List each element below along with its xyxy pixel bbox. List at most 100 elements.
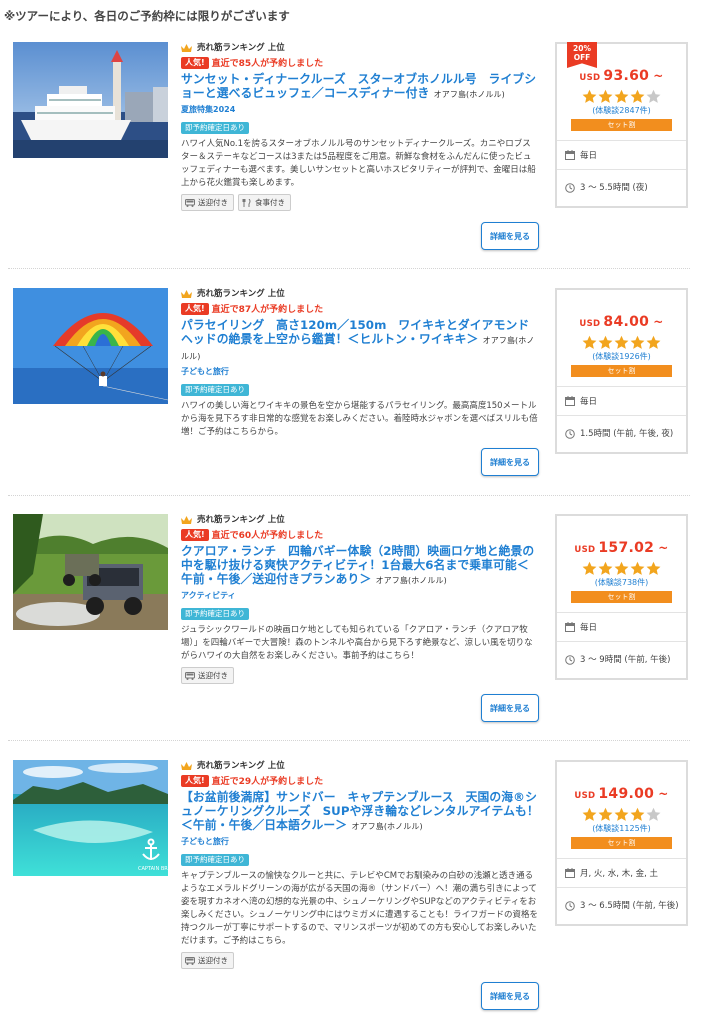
- schedule-text: 毎日: [580, 623, 598, 633]
- card-divider: [8, 495, 690, 496]
- recent-bookings: 直近で87人が予約しました: [211, 305, 324, 315]
- star-icon: [598, 561, 613, 577]
- duration-row: 3 〜 5.5時間 (夜): [557, 169, 686, 206]
- review-count-link[interactable]: (体験談1926件): [557, 351, 686, 362]
- tour-title[interactable]: パラセイリング 高さ120m／150m ワイキキとダイアモンドヘッドの絶景を上空…: [181, 318, 529, 346]
- review-count-link[interactable]: (体験談1125件): [557, 823, 686, 834]
- star-icon: [630, 89, 645, 105]
- set-discount-badge: セット割: [571, 119, 672, 131]
- tour-tags: 送迎付き: [181, 667, 539, 684]
- feature-tag-label: 食事付き: [255, 198, 285, 207]
- hot-badge: 人気!: [181, 56, 209, 69]
- schedule-text: 毎日: [580, 151, 598, 161]
- view-details-button[interactable]: 詳細を見る: [481, 448, 539, 476]
- calendar-icon: [565, 868, 575, 878]
- view-details-button[interactable]: 詳細を見る: [481, 222, 539, 250]
- price-display: USD 84.00 ~: [557, 314, 686, 330]
- tour-info: 売れ筋ランキング 上位人気! 直近で85人が予約しましたサンセット・ディナークルー…: [181, 42, 539, 250]
- duration-text: 3 〜 6.5時間 (午前, 午後): [580, 901, 679, 911]
- star-icon: [598, 335, 613, 351]
- schedule-row: 毎日: [557, 386, 686, 415]
- clock-icon: [565, 901, 575, 911]
- shuttle-bus-icon: [185, 198, 195, 207]
- feature-tag: 食事付き: [238, 194, 291, 211]
- set-discount-badge: セット割: [571, 837, 672, 849]
- price-value: 149.00: [598, 786, 655, 802]
- star-rating: [557, 561, 686, 577]
- hot-badge: 人気!: [181, 302, 209, 315]
- sandbar-beach-photo[interactable]: CAPTAIN BRUCE: [13, 760, 168, 876]
- shuttle-bus-icon: [185, 956, 195, 965]
- schedule-row: 月, 火, 水, 木, 金, 土: [557, 858, 686, 887]
- tour-tags: 送迎付き 食事付き: [181, 194, 539, 211]
- price-summary: USD 84.00 ~ (体験談1926件) セット割: [557, 290, 686, 386]
- svg-text:CAPTAIN BRUCE: CAPTAIN BRUCE: [138, 866, 168, 872]
- hot-badge: 人気!: [181, 774, 209, 787]
- booking-limit-notice: ※ツアーにより、各日のご予約枠には限りがございます: [4, 9, 290, 23]
- review-count-link[interactable]: (体験談738件): [557, 577, 686, 588]
- ranking-text: 売れ筋ランキング 上位: [197, 761, 285, 771]
- crown-icon: [181, 516, 192, 524]
- meal-icon: [242, 198, 252, 207]
- ranking-label: 売れ筋ランキング 上位: [181, 288, 539, 300]
- card-divider: [8, 740, 690, 741]
- schedule-text: 月, 火, 水, 木, 金, 土: [580, 869, 659, 879]
- tour-location: オアフ島(ホノルル): [433, 90, 505, 99]
- ranking-label: 売れ筋ランキング 上位: [181, 760, 539, 772]
- recent-bookings: 直近で60人が予約しました: [211, 531, 324, 541]
- price-summary: 20% OFF USD 93.60 ~ (体験談2847件) セット割: [557, 42, 686, 140]
- set-discount-badge: セット割: [571, 591, 672, 603]
- price-box[interactable]: USD 84.00 ~ (体験談1926件) セット割毎日 1.5時間 (午前, 午後, …: [555, 288, 688, 454]
- star-icon: [614, 89, 629, 105]
- star-icon: [582, 561, 597, 577]
- clock-icon: [565, 183, 575, 193]
- ranking-text: 売れ筋ランキング 上位: [197, 289, 285, 299]
- ranking-label: 売れ筋ランキング 上位: [181, 42, 539, 54]
- star-icon: [646, 89, 661, 105]
- price-box[interactable]: 20% OFF USD 93.60 ~ (体験談2847件) セット割 毎日 3 〜 5.5時…: [555, 42, 688, 208]
- price-summary: USD 149.00 ~ (体験談1125件) セット割: [557, 762, 686, 858]
- tour-card: CAPTAIN BRUCE 売れ筋ランキング 上位人気!直近で29人が予約しまし…: [0, 760, 704, 1010]
- view-details-button[interactable]: 詳細を見る: [481, 694, 539, 722]
- tour-title-link[interactable]: パラセイリング 高さ120m／150m ワイキキとダイアモンドヘッドの絶景を上空…: [181, 318, 539, 364]
- set-discount-badge: セット割: [571, 365, 672, 377]
- tour-category[interactable]: 子どもと旅行: [181, 366, 539, 377]
- view-details-button[interactable]: 詳細を見る: [481, 982, 539, 1010]
- price-summary: USD 157.02 ~ (体験談738件) セット割: [557, 516, 686, 612]
- tour-title-link[interactable]: サンセット・ディナークルーズ スターオブホノルル号 ライブショーと選べるビュッフ…: [181, 72, 539, 102]
- price-from-tilde: ~: [653, 69, 664, 83]
- star-icon: [630, 335, 645, 351]
- tour-category[interactable]: 子どもと旅行: [181, 836, 539, 847]
- crown-icon: [181, 290, 192, 298]
- shuttle-bus-icon: [185, 671, 195, 680]
- price-from-tilde: ~: [658, 787, 669, 801]
- review-count-link[interactable]: (体験談2847件): [557, 105, 686, 116]
- price-value: 84.00: [603, 314, 650, 330]
- price-box[interactable]: USD 149.00 ~ (体験談1125件) セット割 月, 火, 水, 木, 金, 土…: [555, 760, 688, 926]
- currency-label: USD: [579, 73, 601, 83]
- price-box[interactable]: USD 157.02 ~ (体験談738件) セット割 毎日 3 〜 9時間 (午前, 午後…: [555, 514, 688, 680]
- star-icon: [582, 807, 597, 823]
- tour-title[interactable]: クアロア・ランチ 四輪バギー体験（2時間）映画ロケ地と絶景の中を駆け抜ける爽快ア…: [181, 544, 534, 586]
- popularity-row: 人気! 直近で85人が予約しました: [181, 56, 539, 69]
- parasailing-photo[interactable]: [13, 288, 168, 404]
- cruise-ship-photo[interactable]: [13, 42, 168, 158]
- duration-row: 1.5時間 (午前, 午後, 夜): [557, 415, 686, 452]
- feature-tag-label: 送迎付き: [198, 956, 228, 965]
- tour-category[interactable]: 夏旅特集2024: [181, 104, 539, 115]
- popularity-row: 人気! 直近で29人が予約しました: [181, 774, 539, 787]
- tour-card: 売れ筋ランキング 上位 人気! 直近で60人が予約しました クアロア・ランチ 四輪バギ…: [0, 514, 704, 740]
- star-icon: [582, 89, 597, 105]
- tour-title-link[interactable]: 【お盆前後満席】サンドバー キャプテンブルース 天国の海®シュノーケリングクルー…: [181, 790, 539, 834]
- tour-location: オアフ島(ホノルル): [351, 822, 423, 831]
- tour-title-link[interactable]: クアロア・ランチ 四輪バギー体験（2時間）映画ロケ地と絶景の中を駆け抜ける爽快ア…: [181, 544, 539, 588]
- ranking-text: 売れ筋ランキング 上位: [197, 43, 285, 53]
- tour-description: ハワイ人気No.1を誇るスターオブホノルル号のサンセットディナークルーズ。カニや…: [181, 139, 536, 188]
- price-from-tilde: ~: [653, 315, 664, 329]
- star-rating: [557, 89, 686, 105]
- feature-tag: 送迎付き: [181, 667, 234, 684]
- tour-tags: 送迎付き: [181, 952, 539, 969]
- atv-buggy-photo[interactable]: [13, 514, 168, 630]
- recent-bookings: 直近で85人が予約しました: [211, 59, 324, 69]
- tour-category[interactable]: アクティビティ: [181, 590, 539, 601]
